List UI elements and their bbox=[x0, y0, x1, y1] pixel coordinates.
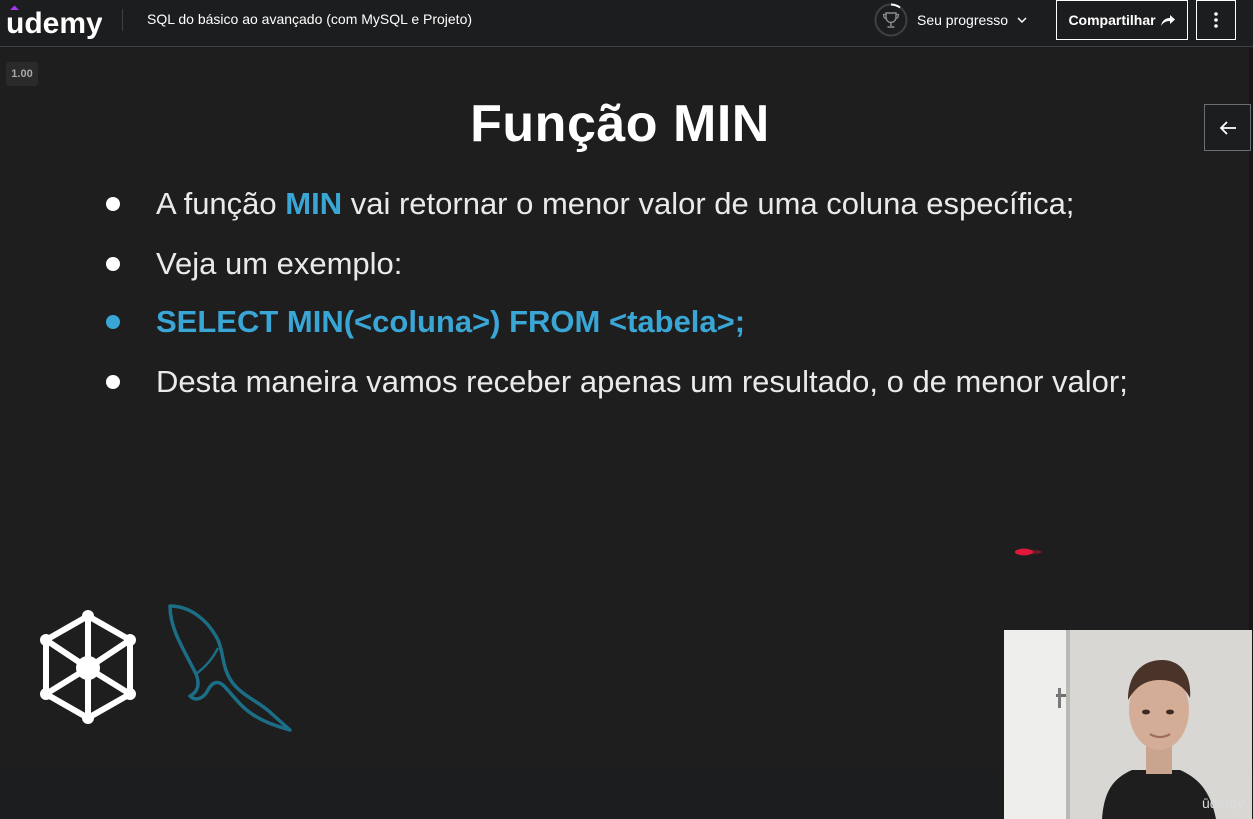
trophy-icon bbox=[874, 3, 908, 37]
share-button[interactable]: Compartilhar bbox=[1056, 0, 1188, 40]
mysql-dolphin-logo bbox=[168, 604, 292, 732]
more-vertical-icon bbox=[1214, 12, 1218, 28]
playback-speed[interactable]: 1.00 bbox=[6, 62, 38, 86]
course-title[interactable]: SQL do básico ao avançado (com MySQL e P… bbox=[147, 11, 472, 27]
share-label: Compartilhar bbox=[1068, 12, 1156, 28]
udemy-logo[interactable]: udemy bbox=[6, 2, 102, 42]
logo-text: udemy bbox=[6, 7, 102, 40]
bullet-dot bbox=[106, 197, 120, 211]
bullet-dot bbox=[106, 315, 120, 329]
bullet-item: A função MIN vai retornar o menor valor … bbox=[106, 184, 1074, 224]
keyword-min: MIN bbox=[285, 186, 343, 221]
video-player[interactable]: 1.00 Função MIN A função MIN vai retorna… bbox=[0, 48, 1253, 819]
more-options-button[interactable] bbox=[1196, 0, 1236, 40]
bullet-dot bbox=[106, 257, 120, 271]
laser-pointer bbox=[1015, 548, 1042, 556]
progress-label: Seu progresso bbox=[917, 12, 1009, 28]
bullet-item: Desta maneira vamos receber apenas um re… bbox=[106, 362, 1128, 402]
udemy-watermark: ūdemy bbox=[1201, 795, 1244, 811]
chevron-down-icon bbox=[1017, 17, 1027, 24]
code-example: SELECT MIN(<coluna>) FROM <tabela>; bbox=[156, 304, 746, 339]
bullet-item: Veja um exemplo: bbox=[106, 244, 402, 284]
hex-network-logo bbox=[40, 610, 136, 724]
bullet-dot bbox=[106, 375, 120, 389]
header-divider bbox=[122, 9, 123, 31]
instructor-webcam: ūdemy bbox=[1004, 630, 1252, 819]
share-arrow-icon bbox=[1160, 15, 1175, 26]
top-bar: udemy SQL do básico ao avançado (com MyS… bbox=[0, 0, 1253, 47]
slide-title: Função MIN bbox=[470, 95, 770, 153]
instructor-video-frame bbox=[1004, 630, 1252, 819]
bullet-text: Desta maneira vamos receber apenas um re… bbox=[156, 364, 1128, 399]
progress-dropdown[interactable]: Seu progresso bbox=[874, 3, 1028, 37]
bullet-text: A função MIN vai retornar o menor valor … bbox=[156, 186, 1075, 221]
bullet-item-code: SELECT MIN(<coluna>) FROM <tabela>; bbox=[106, 302, 745, 342]
bullet-text: Veja um exemplo: bbox=[156, 246, 403, 281]
